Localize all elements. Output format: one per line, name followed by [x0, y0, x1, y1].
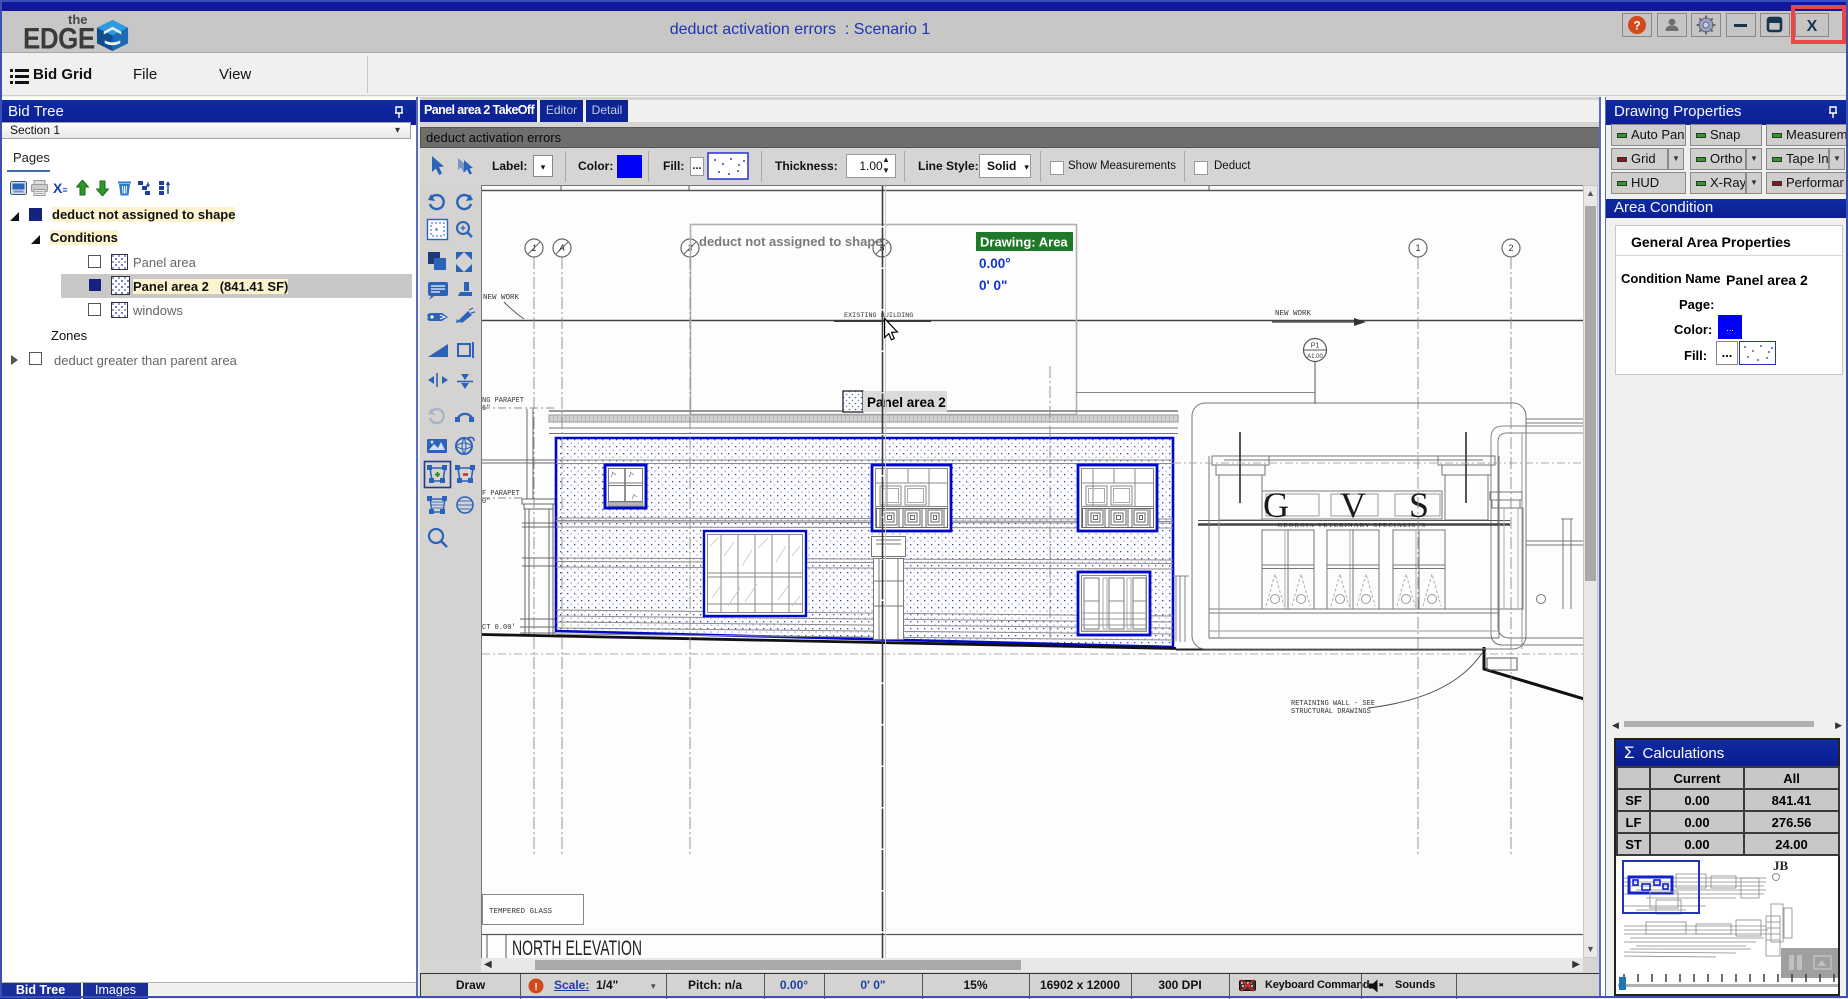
svg-text:A1.00: A1.00 [1307, 354, 1323, 360]
svg-text:1: 1 [1415, 243, 1420, 253]
svg-text:Panel area 2: Panel area 2 [867, 395, 946, 410]
svg-text:GEORGIA VETERINARY SPECIALISTS: GEORGIA VETERINARY SPECIALISTS [1278, 522, 1427, 529]
svg-text:1: 1 [531, 243, 536, 253]
svg-text:0' 0": 0' 0" [979, 278, 1007, 293]
svg-text:S: S [1409, 485, 1429, 525]
svg-text:0.00°: 0.00° [979, 256, 1011, 271]
svg-text:RETAINING WALL - SEE: RETAINING WALL - SEE [1291, 700, 1375, 708]
svg-text:?: ? [1633, 19, 1640, 33]
svg-text:0": 0" [482, 498, 490, 506]
svg-text:TEMPERED GLASS: TEMPERED GLASS [489, 908, 553, 916]
svg-text:deduct not assigned to shape: deduct not assigned to shape [699, 234, 882, 249]
svg-text:NG PARAPET: NG PARAPET [482, 397, 524, 405]
svg-text:P1: P1 [1311, 343, 1320, 350]
svg-text:2: 2 [1508, 243, 1513, 253]
svg-text:EXISTING BUILDING: EXISTING BUILDING [844, 312, 913, 320]
svg-text:!: ! [534, 982, 537, 993]
svg-text:NEW WORK: NEW WORK [1275, 310, 1312, 318]
svg-text:CT 0.00': CT 0.00' [482, 624, 516, 632]
svg-text:F PARAPET: F PARAPET [482, 490, 520, 498]
svg-text:NORTH ELEVATION: NORTH ELEVATION [512, 937, 642, 959]
svg-text:G: G [1263, 485, 1289, 525]
svg-text:STRUCTURAL DRAWINGS: STRUCTURAL DRAWINGS [1291, 708, 1371, 716]
svg-text:Drawing: Area: Drawing: Area [980, 235, 1068, 250]
svg-text:A: A [558, 243, 565, 253]
svg-text:JB: JB [1773, 858, 1789, 873]
svg-text:6": 6" [482, 405, 490, 413]
svg-text:NEW WORK: NEW WORK [483, 294, 520, 302]
svg-text:V: V [1340, 485, 1366, 525]
